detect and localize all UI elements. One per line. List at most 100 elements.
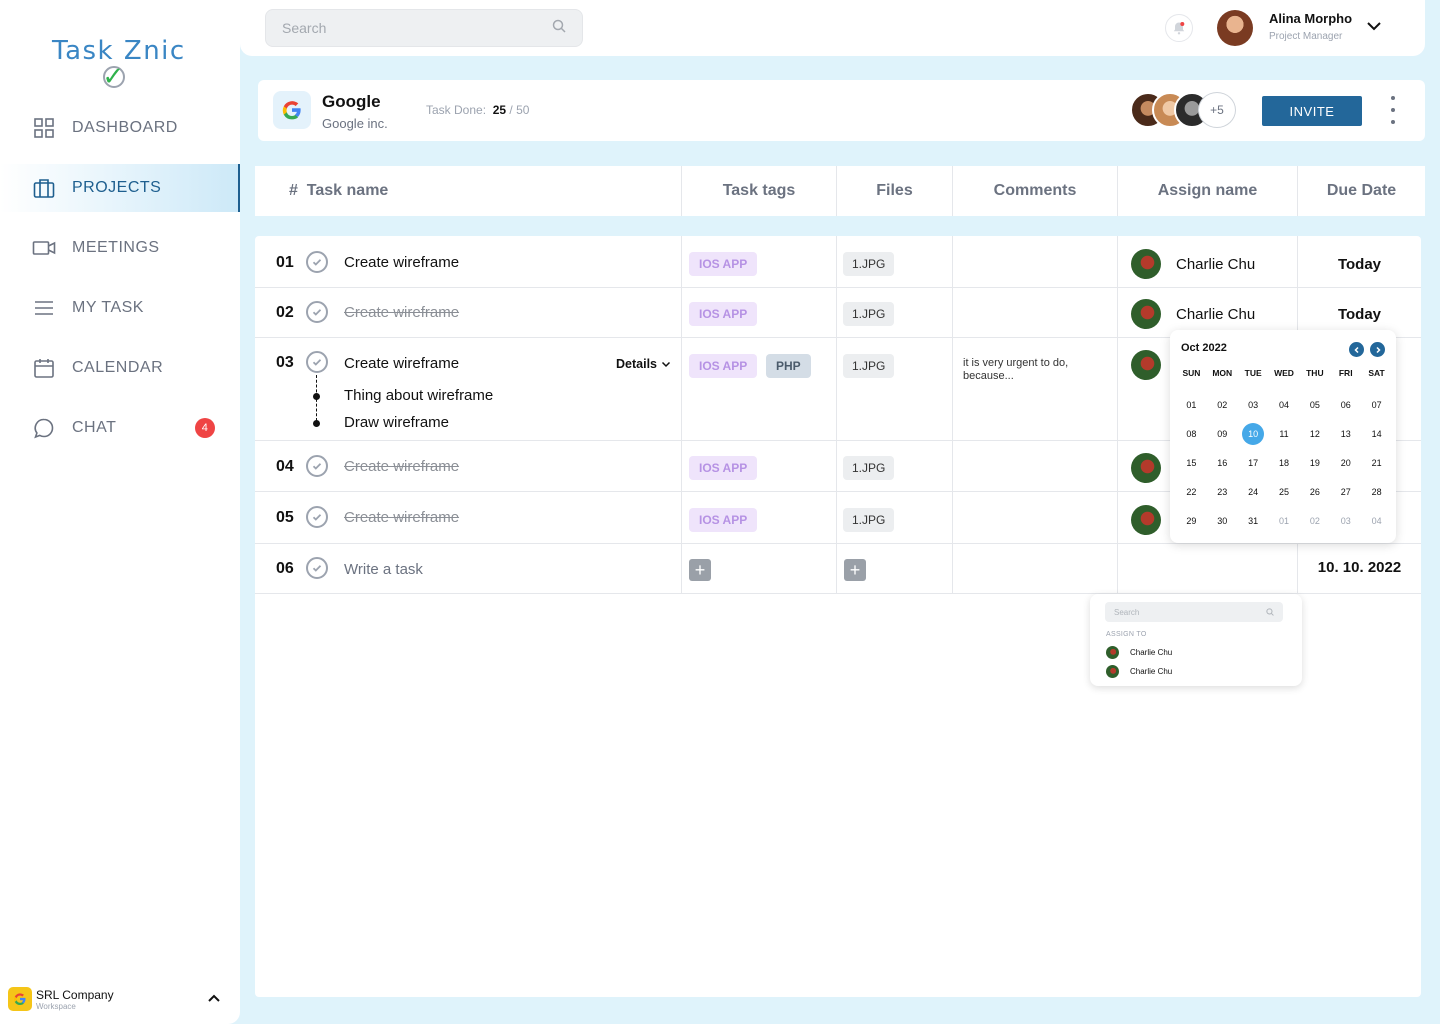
- column-due-date[interactable]: Due Date: [1298, 166, 1425, 216]
- calendar-day[interactable]: 19: [1299, 448, 1330, 477]
- assign-search-input[interactable]: [1114, 607, 1266, 617]
- check-circle-icon[interactable]: [306, 251, 328, 273]
- column-task-tags[interactable]: Task tags: [682, 166, 837, 216]
- invite-button[interactable]: INVITE: [1262, 96, 1362, 126]
- more-members-count[interactable]: +5: [1198, 92, 1236, 128]
- chevron-left-icon[interactable]: [1349, 342, 1364, 357]
- file-chip[interactable]: 1.JPG: [843, 508, 895, 532]
- app-logo[interactable]: Task Z ✓ nic: [52, 36, 186, 92]
- task-name[interactable]: Create wireframe: [344, 509, 459, 526]
- calendar-day[interactable]: 08: [1176, 419, 1207, 448]
- assign-option[interactable]: Charlie Chu: [1106, 664, 1172, 678]
- add-tag-icon[interactable]: +: [689, 559, 711, 581]
- check-circle-icon[interactable]: [306, 557, 328, 579]
- assign-option[interactable]: Charlie Chu: [1106, 645, 1172, 659]
- task-name[interactable]: Create wireframe: [344, 458, 459, 475]
- sidebar-item-calendar[interactable]: CALENDAR: [0, 344, 240, 392]
- workspace-switcher[interactable]: SRL Company Workspace: [8, 984, 232, 1014]
- calendar-day[interactable]: 28: [1361, 478, 1392, 507]
- due-date[interactable]: 10. 10. 2022: [1298, 559, 1421, 576]
- calendar-day[interactable]: 03: [1238, 390, 1269, 419]
- check-circle-icon[interactable]: [306, 455, 328, 477]
- due-date[interactable]: Today: [1298, 256, 1421, 273]
- check-circle-icon[interactable]: [306, 506, 328, 528]
- chevron-down-icon[interactable]: [1364, 16, 1384, 41]
- task-tag[interactable]: IOS APP: [689, 252, 758, 276]
- add-file-icon[interactable]: +: [844, 559, 866, 581]
- search-input[interactable]: [282, 20, 552, 36]
- calendar-day[interactable]: 26: [1299, 478, 1330, 507]
- check-circle-icon[interactable]: [306, 351, 328, 373]
- calendar-day[interactable]: 04: [1361, 507, 1392, 536]
- task-tag[interactable]: IOS APP: [689, 302, 758, 326]
- calendar-day[interactable]: 03: [1330, 507, 1361, 536]
- user-avatar[interactable]: [1217, 10, 1253, 46]
- calendar-day[interactable]: 23: [1207, 478, 1238, 507]
- calendar-day[interactable]: 22: [1176, 478, 1207, 507]
- column-files[interactable]: Files: [837, 166, 953, 216]
- calendar-day[interactable]: 20: [1330, 448, 1361, 477]
- calendar-day[interactable]: 04: [1269, 390, 1300, 419]
- task-name[interactable]: Create wireframe: [344, 254, 459, 271]
- file-chip[interactable]: 1.JPG: [843, 456, 895, 480]
- assignee-avatar[interactable]: [1131, 350, 1161, 380]
- sidebar-item-meetings[interactable]: MEETINGS: [0, 224, 240, 272]
- calendar-day[interactable]: 01: [1269, 507, 1300, 536]
- calendar-day[interactable]: 15: [1176, 448, 1207, 477]
- calendar-day[interactable]: 02: [1299, 507, 1330, 536]
- calendar-day[interactable]: 16: [1207, 448, 1238, 477]
- sidebar-item-my-task[interactable]: MY TASK: [0, 284, 240, 332]
- calendar-day[interactable]: 14: [1361, 419, 1392, 448]
- subtask[interactable]: Thing about wireframe: [344, 387, 493, 404]
- task-name[interactable]: Create wireframe: [344, 355, 459, 372]
- column-comments[interactable]: Comments: [953, 166, 1118, 216]
- calendar-day[interactable]: 10: [1238, 419, 1269, 448]
- assignee-avatar[interactable]: [1131, 249, 1161, 279]
- details-toggle[interactable]: Details: [616, 357, 671, 371]
- calendar-day[interactable]: 24: [1238, 478, 1269, 507]
- assignee-avatar[interactable]: [1131, 299, 1161, 329]
- chevron-right-icon[interactable]: [1370, 342, 1385, 357]
- file-chip[interactable]: 1.JPG: [843, 252, 895, 276]
- sidebar-item-projects[interactable]: PROJECTS: [0, 164, 240, 212]
- sidebar-item-dashboard[interactable]: DASHBOARD: [0, 104, 240, 152]
- calendar-day[interactable]: 27: [1330, 478, 1361, 507]
- task-name[interactable]: Create wireframe: [344, 304, 459, 321]
- calendar-day[interactable]: 13: [1330, 419, 1361, 448]
- calendar-day[interactable]: 06: [1330, 390, 1361, 419]
- assignee-name[interactable]: Charlie Chu: [1176, 306, 1255, 323]
- task-tag[interactable]: IOS APP: [689, 456, 758, 480]
- table-row[interactable]: 01 Create wireframe IOS APP 1.JPG Charli…: [255, 236, 1421, 288]
- calendar-day[interactable]: 07: [1361, 390, 1392, 419]
- search-icon[interactable]: [1266, 603, 1274, 621]
- calendar-day[interactable]: 17: [1238, 448, 1269, 477]
- task-tag[interactable]: IOS APP: [689, 354, 758, 378]
- calendar-day[interactable]: 01: [1176, 390, 1207, 419]
- calendar-day[interactable]: 29: [1176, 507, 1207, 536]
- check-circle-icon[interactable]: [306, 301, 328, 323]
- assignee-avatar[interactable]: [1131, 453, 1161, 483]
- subtask[interactable]: Draw wireframe: [344, 414, 449, 431]
- calendar-day[interactable]: 09: [1207, 419, 1238, 448]
- task-tag[interactable]: PHP: [766, 354, 811, 378]
- file-chip[interactable]: 1.JPG: [843, 354, 895, 378]
- assignee-name[interactable]: Charlie Chu: [1176, 256, 1255, 273]
- search-box[interactable]: [265, 9, 583, 47]
- calendar-day[interactable]: 21: [1361, 448, 1392, 477]
- calendar-day[interactable]: 30: [1207, 507, 1238, 536]
- table-row[interactable]: 06 Write a task + + 10. 10. 2022: [255, 544, 1421, 594]
- file-chip[interactable]: 1.JPG: [843, 302, 895, 326]
- notification-bell-icon[interactable]: [1165, 14, 1193, 42]
- calendar-day[interactable]: 12: [1299, 419, 1330, 448]
- column-assign-name[interactable]: Assign name: [1118, 166, 1298, 216]
- due-date[interactable]: Today: [1298, 306, 1421, 323]
- search-icon[interactable]: [552, 19, 566, 38]
- chevron-up-icon[interactable]: [206, 990, 222, 1011]
- new-task-input[interactable]: Write a task: [344, 561, 423, 578]
- sidebar-item-chat[interactable]: CHAT 4: [0, 404, 240, 452]
- calendar-day[interactable]: 31: [1238, 507, 1269, 536]
- task-tag[interactable]: IOS APP: [689, 508, 758, 532]
- more-options-icon[interactable]: [1388, 96, 1398, 124]
- calendar-day[interactable]: 18: [1269, 448, 1300, 477]
- task-comment[interactable]: it is very urgent to do, because...: [963, 357, 1103, 383]
